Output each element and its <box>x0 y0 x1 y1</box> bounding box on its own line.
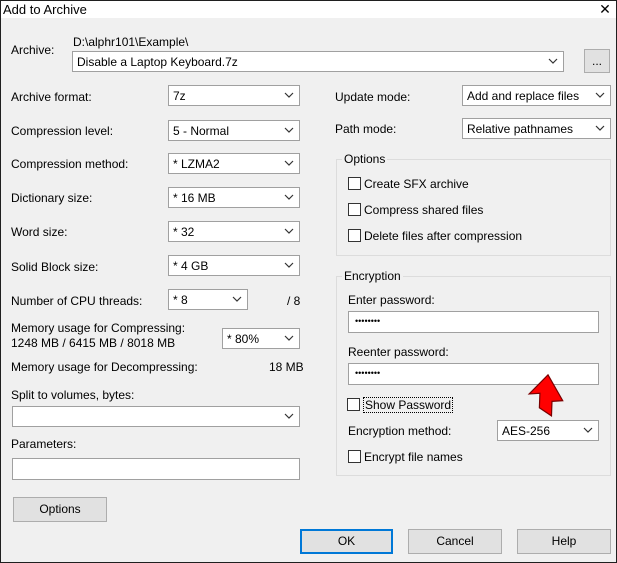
chevron-down-icon <box>282 88 296 102</box>
update-mode-select[interactable]: Add and replace files <box>462 85 611 106</box>
word-size-value: * 32 <box>173 225 195 239</box>
compression-method-select[interactable]: * LZMA2 <box>168 153 300 174</box>
close-icon[interactable]: ✕ <box>598 1 612 17</box>
parameters-label: Parameters: <box>11 437 77 451</box>
chevron-down-icon <box>546 54 560 68</box>
memory-decompressing-label: Memory usage for Decompressing: <box>11 360 198 374</box>
encrypt-names-label: Encrypt file names <box>364 450 463 464</box>
dictionary-size-label: Dictionary size: <box>11 191 93 205</box>
cpu-threads-select[interactable]: * 8 <box>168 289 248 310</box>
encrypt-names-checkbox[interactable] <box>348 450 361 463</box>
archive-path: D:\alphr101\Example\ <box>73 35 189 49</box>
compress-shared-checkbox[interactable] <box>348 203 361 216</box>
chevron-down-icon <box>282 331 296 345</box>
archive-format-value: 7z <box>173 89 186 103</box>
memory-compressing-label: Memory usage for Compressing: <box>11 321 186 335</box>
chevron-down-icon <box>593 121 607 135</box>
path-mode-select[interactable]: Relative pathnames <box>462 118 611 139</box>
memory-compressing-select[interactable]: * 80% <box>222 328 300 349</box>
dictionary-size-value: * 16 MB <box>173 191 216 205</box>
solid-block-size-value: * 4 GB <box>173 259 209 273</box>
delete-after-label: Delete files after compression <box>364 229 523 243</box>
update-mode-label: Update mode: <box>335 90 411 104</box>
show-password-checkbox[interactable] <box>347 398 360 411</box>
annotation-arrow-icon <box>527 373 564 418</box>
delete-after-checkbox[interactable] <box>348 229 361 242</box>
encryption-group-title: Encryption <box>342 269 403 283</box>
parameters-input[interactable] <box>12 458 300 480</box>
title-bar: Add to Archive ✕ <box>1 1 616 18</box>
cpu-threads-value: * 8 <box>173 293 188 307</box>
chevron-down-icon <box>282 123 296 137</box>
cpu-threads-total: / 8 <box>287 294 301 308</box>
update-mode-value: Add and replace files <box>467 89 580 103</box>
compression-level-value: 5 - Normal <box>173 124 230 138</box>
dictionary-size-select[interactable]: * 16 MB <box>168 187 300 208</box>
archive-label: Archive: <box>11 43 55 57</box>
create-sfx-checkbox[interactable] <box>348 177 361 190</box>
encryption-method-value: AES-256 <box>502 424 551 438</box>
chevron-down-icon <box>282 258 296 272</box>
window-title: Add to Archive <box>3 2 87 17</box>
help-button[interactable]: Help <box>517 529 611 554</box>
archive-filename-combo[interactable]: Disable a Laptop Keyboard.7z <box>72 51 564 72</box>
solid-block-size-select[interactable]: * 4 GB <box>168 255 300 276</box>
reenter-password-value: •••••••• <box>355 368 381 378</box>
reenter-password-label: Reenter password: <box>348 345 449 359</box>
split-volumes-label: Split to volumes, bytes: <box>11 388 135 402</box>
archive-format-label: Archive format: <box>11 90 92 104</box>
archive-format-select[interactable]: 7z <box>168 85 300 106</box>
word-size-label: Word size: <box>11 225 68 239</box>
word-size-select[interactable]: * 32 <box>168 221 300 242</box>
compression-method-value: * LZMA2 <box>173 157 220 171</box>
chevron-down-icon <box>593 88 607 102</box>
memory-decompressing-value: 18 MB <box>269 360 304 374</box>
compression-level-select[interactable]: 5 - Normal <box>168 120 300 141</box>
archive-filename-value: Disable a Laptop Keyboard.7z <box>77 55 238 69</box>
chevron-down-icon <box>282 409 296 423</box>
chevron-down-icon <box>282 224 296 238</box>
compression-method-label: Compression method: <box>11 157 129 171</box>
options-group-title: Options <box>342 152 388 166</box>
memory-compressing-value: * 80% <box>227 332 260 346</box>
compress-shared-label: Compress shared files <box>364 203 484 217</box>
compression-level-label: Compression level: <box>11 124 114 138</box>
enter-password-value: •••••••• <box>355 316 381 326</box>
options-button[interactable]: Options <box>13 497 107 522</box>
chevron-down-icon <box>230 292 244 306</box>
chevron-down-icon <box>581 423 595 437</box>
show-password-label: Show Password <box>363 397 454 413</box>
ok-button[interactable]: OK <box>300 529 393 554</box>
path-mode-value: Relative pathnames <box>467 122 574 136</box>
path-mode-label: Path mode: <box>335 122 397 136</box>
memory-compressing-detail: 1248 MB / 6415 MB / 8018 MB <box>11 336 176 350</box>
encryption-method-select[interactable]: AES-256 <box>497 420 599 441</box>
cpu-threads-label: Number of CPU threads: <box>11 294 143 308</box>
encryption-method-label: Encryption method: <box>348 424 452 438</box>
enter-password-input[interactable]: •••••••• <box>348 311 599 333</box>
cancel-button[interactable]: Cancel <box>408 529 502 554</box>
solid-block-size-label: Solid Block size: <box>11 260 99 274</box>
enter-password-label: Enter password: <box>348 293 435 307</box>
add-to-archive-dialog: Add to Archive ✕ Archive: D:\alphr101\Ex… <box>0 0 617 563</box>
split-volumes-combo[interactable] <box>12 406 300 427</box>
create-sfx-label: Create SFX archive <box>364 177 469 191</box>
chevron-down-icon <box>282 190 296 204</box>
chevron-down-icon <box>282 156 296 170</box>
browse-button[interactable]: ... <box>584 49 610 73</box>
